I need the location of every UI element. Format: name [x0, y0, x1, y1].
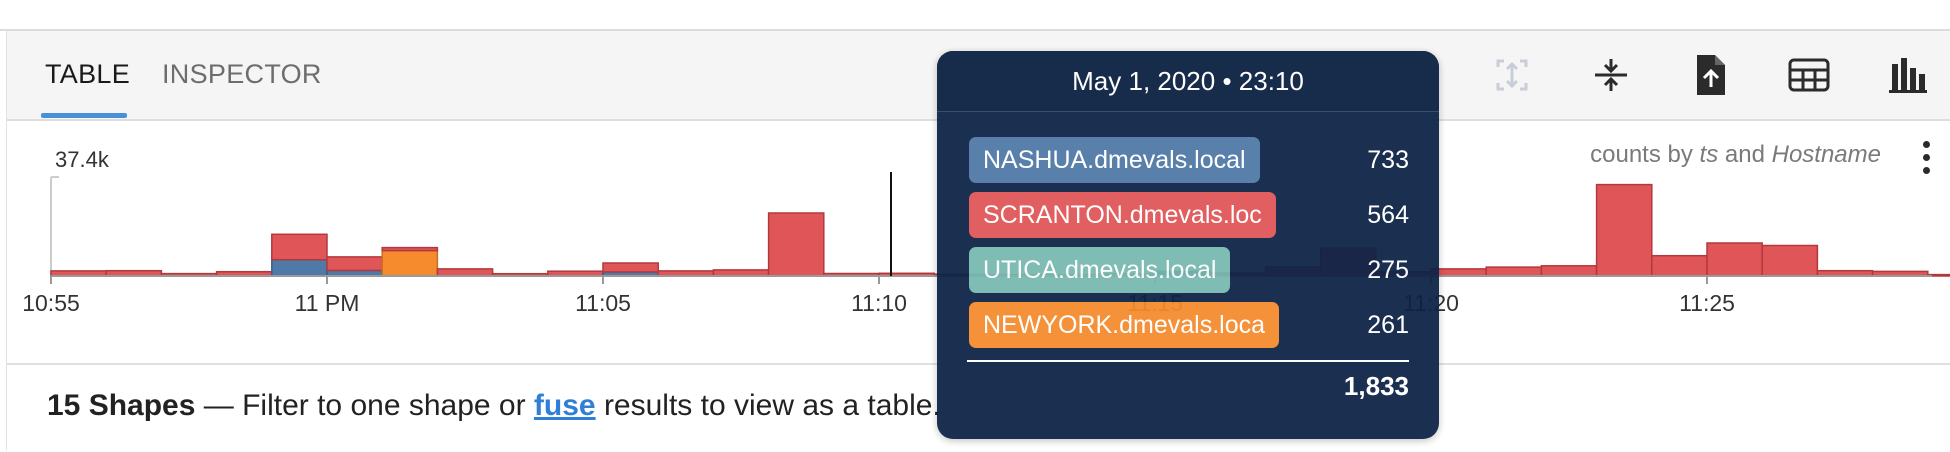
export-file-icon: [1697, 55, 1725, 95]
x-tick-label: 11:25: [1679, 290, 1735, 316]
expand-frame-button[interactable]: [1490, 53, 1534, 97]
host-chip: SCRANTON.dmevals.loc: [969, 192, 1276, 238]
histogram-bar[interactable]: [1761, 244, 1819, 277]
tooltip-divider: [967, 360, 1409, 362]
collapse-vertical-icon: [1595, 59, 1627, 91]
host-count: 275: [1367, 256, 1409, 284]
shapes-message: 15 Shapes — Filter to one shape or fuse …: [47, 389, 941, 423]
active-tab-indicator: [41, 113, 127, 118]
more-options-icon[interactable]: [1917, 141, 1937, 175]
fuse-link[interactable]: fuse: [534, 389, 596, 422]
tab-inspector[interactable]: INSPECTOR: [162, 59, 322, 90]
expand-frame-icon: [1496, 59, 1528, 91]
tooltip-row: SCRANTON.dmevals.loc 564: [969, 192, 1409, 238]
tooltip-row: NEWYORK.dmevals.loca 261: [969, 302, 1409, 348]
chart-tooltip: May 1, 2020 • 23:10 NASHUA.dmevals.local…: [937, 51, 1439, 439]
chart-caption: counts by ts and Hostname: [1590, 141, 1881, 169]
bar-chart-icon: [1889, 58, 1927, 93]
host-count: 733: [1367, 146, 1409, 174]
histogram-bar[interactable]: [381, 249, 439, 277]
histogram-bar[interactable]: [271, 233, 328, 261]
footer-text-after: results to view as a table.: [595, 389, 941, 422]
histogram-bar[interactable]: [602, 262, 659, 273]
export-button[interactable]: [1688, 53, 1732, 97]
tab-table[interactable]: TABLE: [45, 59, 130, 90]
y-max-label: 37.4k: [55, 147, 110, 172]
x-tick-label: 10:55: [22, 290, 80, 316]
shape-count: 15 Shapes: [47, 389, 196, 422]
tooltip-row: NASHUA.dmevals.local 733: [969, 137, 1409, 183]
footer-text-before: — Filter to one shape or: [195, 389, 534, 422]
x-tick-label: 11 PM: [295, 290, 360, 316]
tooltip-total: 1,833: [1343, 371, 1409, 401]
histogram-bar[interactable]: [1651, 254, 1708, 277]
histogram-bar[interactable]: [1706, 242, 1763, 277]
histogram-bar[interactable]: [1595, 183, 1653, 277]
caption-field-ts: ts: [1699, 141, 1719, 168]
histogram-bar[interactable]: [1540, 265, 1598, 277]
x-tick-label: 11:10: [851, 290, 907, 316]
x-tick-label: 11:05: [575, 290, 631, 316]
histogram-bar[interactable]: [326, 256, 383, 272]
host-count: 261: [1367, 311, 1409, 339]
tooltip-row: UTICA.dmevals.local 275: [969, 247, 1409, 293]
host-chip: NASHUA.dmevals.local: [969, 137, 1260, 183]
tooltip-title: May 1, 2020 • 23:10: [937, 51, 1439, 112]
caption-middle: and: [1718, 141, 1772, 168]
top-strip: [0, 0, 1950, 31]
histogram-bar[interactable]: [271, 258, 328, 277]
histogram-bar[interactable]: [1430, 268, 1487, 277]
collapse-vertical-button[interactable]: [1589, 53, 1633, 97]
histogram-bar[interactable]: [1485, 266, 1543, 277]
caption-prefix: counts by: [1590, 141, 1700, 168]
host-chip: UTICA.dmevals.local: [969, 247, 1231, 293]
table-view-icon: [1788, 58, 1830, 92]
host-count: 564: [1367, 201, 1409, 229]
chart-view-button[interactable]: [1886, 53, 1930, 97]
caption-field-hostname: Hostname: [1771, 141, 1881, 168]
table-view-button[interactable]: [1787, 53, 1831, 97]
host-chip: NEWYORK.dmevals.loca: [969, 302, 1280, 348]
histogram-bar[interactable]: [767, 212, 825, 277]
histogram-bar[interactable]: [381, 246, 439, 252]
histogram-bar[interactable]: [436, 268, 494, 277]
